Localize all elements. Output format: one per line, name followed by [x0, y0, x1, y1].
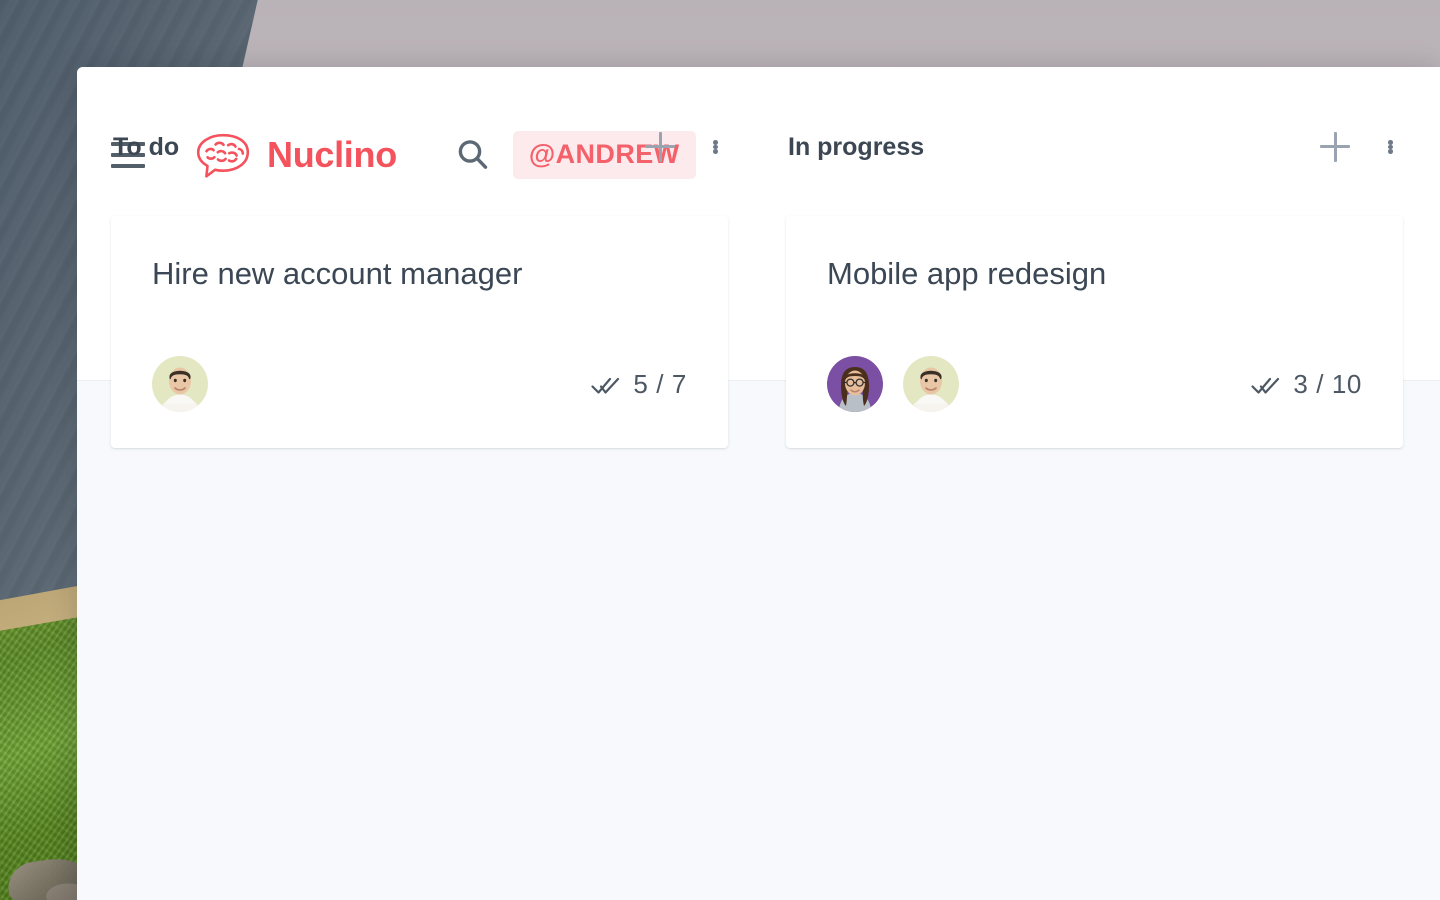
- board-card[interactable]: Hire new account manager 5 / 7: [111, 216, 728, 448]
- nuclino-app-window: Nuclino @ANDREW Board List Graph Recent …: [77, 67, 1440, 900]
- progress-text: 5 / 7: [633, 368, 687, 399]
- progress-text: 3 / 10: [1293, 368, 1362, 399]
- kebab-dot: [713, 149, 718, 155]
- kebab-dot: [713, 140, 718, 145]
- card-footer: 5 / 7: [152, 356, 687, 412]
- kebab-dot: [1388, 140, 1393, 145]
- column-more-vertical-icon[interactable]: [705, 136, 726, 158]
- card-progress: 5 / 7: [591, 369, 687, 400]
- board-column-to-do: To do Hire new account manager 5 / 7: [111, 126, 728, 448]
- board-view: PROJECTS To do Hire new account manager: [77, 132, 1440, 900]
- column-more-vertical-icon[interactable]: [1380, 136, 1401, 158]
- column-title: To do: [113, 132, 180, 161]
- card-footer: 3 / 10: [827, 356, 1362, 412]
- card-avatars: [827, 356, 979, 412]
- card-title: Mobile app redesign: [827, 256, 1107, 291]
- board-card[interactable]: Mobile app redesign 3 / 10: [786, 216, 1403, 448]
- board-column-in-progress: In progress Mobile app redesign 3 / 10: [786, 126, 1403, 448]
- column-header: In progress: [786, 126, 1403, 168]
- column-title: In progress: [788, 132, 925, 161]
- kebab-dot: [1388, 149, 1393, 155]
- card-avatars: [152, 356, 228, 412]
- plus-icon[interactable]: [645, 130, 679, 164]
- double-check-icon: [591, 373, 621, 395]
- plus-icon[interactable]: [1320, 130, 1354, 164]
- double-check-icon: [1251, 373, 1281, 395]
- avatar-woman-purple[interactable]: [827, 356, 883, 412]
- avatar-man-green[interactable]: [903, 356, 959, 412]
- card-title: Hire new account manager: [152, 256, 523, 291]
- board-columns: To do Hire new account manager 5 / 7 In …: [111, 126, 1403, 448]
- avatar-man-green[interactable]: [152, 356, 208, 412]
- card-progress: 3 / 10: [1251, 369, 1362, 400]
- column-header: To do: [111, 126, 728, 168]
